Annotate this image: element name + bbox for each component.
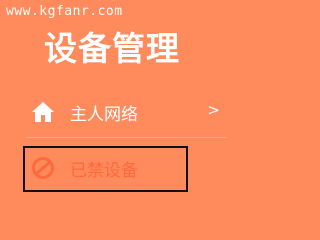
menu-divider bbox=[26, 137, 226, 138]
chevron-right-icon: > bbox=[207, 101, 220, 119]
page-title: 设备管理 bbox=[44, 29, 180, 68]
selection-highlight bbox=[23, 146, 188, 192]
menu-item-label: 主人网络 bbox=[70, 104, 138, 125]
home-icon bbox=[30, 99, 56, 125]
watermark-text: www.kgfanr.com bbox=[6, 4, 123, 19]
menu-item-host-network[interactable]: 主人网络 > bbox=[26, 92, 232, 132]
